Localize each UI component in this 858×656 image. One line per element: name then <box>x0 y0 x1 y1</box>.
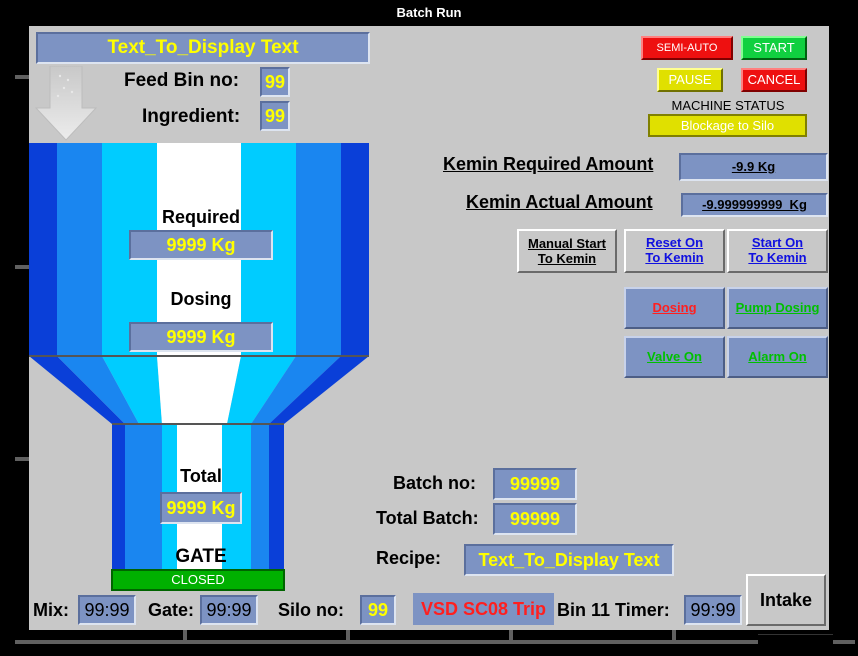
feed-bin-value: 99 <box>260 67 290 97</box>
down-arrow-icon <box>34 66 98 141</box>
total-batch-label: Total Batch: <box>376 508 479 528</box>
ingredient-value: 99 <box>260 101 290 131</box>
cancel-button[interactable]: CANCEL <box>741 68 807 92</box>
start-button[interactable]: START <box>741 36 807 60</box>
reset-on-to-kemin-button[interactable]: Reset On To Kemin <box>624 229 725 273</box>
frame-tick <box>15 457 29 461</box>
manual-start-to-kemin-button[interactable]: Manual Start To Kemin <box>517 229 617 273</box>
mix-label: Mix: <box>33 600 69 620</box>
bin-timer-value: 99:99 <box>684 595 742 625</box>
total-batch-value: 99999 <box>493 503 577 535</box>
pump-dosing-indicator: Pump Dosing <box>727 287 828 329</box>
start-on-to-kemin-button[interactable]: Start On To Kemin <box>727 229 828 273</box>
start-line1: Start On <box>751 235 804 250</box>
total-label: Total <box>180 466 222 486</box>
total-value: 9999 Kg <box>160 492 242 524</box>
required-label: Required <box>161 207 240 227</box>
required-value: 9999 Kg <box>129 230 273 260</box>
intake-button[interactable]: Intake <box>746 574 826 626</box>
ingredient-label: Ingredient: <box>142 106 241 127</box>
gate-status-indicator: CLOSED <box>111 569 285 591</box>
reset-line2: To Kemin <box>645 250 704 265</box>
frame-tick <box>509 628 513 642</box>
machine-status-label: MACHINE STATUS <box>671 98 785 113</box>
batch-no-label: Batch no: <box>393 473 476 493</box>
machine-status-value: Blockage to Silo <box>648 114 807 137</box>
display-text-field: Text_To_Display Text <box>36 32 370 64</box>
frame-tick <box>183 628 187 642</box>
frame-tick <box>672 628 676 642</box>
valve-on-indicator: Valve On <box>624 336 725 378</box>
alarm-on-indicator: Alarm On <box>727 336 828 378</box>
recipe-label: Recipe: <box>376 548 442 568</box>
reset-line1: Reset On <box>645 235 704 250</box>
dosing-indicator: Dosing <box>624 287 725 329</box>
manual-start-line2: To Kemin <box>537 251 597 266</box>
silo-no-value: 99 <box>360 595 396 625</box>
gate-timer-value: 99:99 <box>200 595 258 625</box>
mix-value: 99:99 <box>78 595 136 625</box>
alarm-message: VSD SC08 Trip <box>413 593 554 625</box>
kemin-required-label: Kemin Required Amount <box>443 154 654 174</box>
bin-timer-label: Bin 11 Timer: <box>557 600 670 620</box>
frame-tick <box>15 75 29 79</box>
batch-no-value: 99999 <box>493 468 577 500</box>
pause-button[interactable]: PAUSE <box>657 68 723 92</box>
window-title: Batch Run <box>396 5 462 20</box>
frame-bottom-rail <box>15 640 855 644</box>
corner-block <box>758 634 833 650</box>
kemin-actual-value: -9.999999999 Kg <box>681 193 828 217</box>
manual-start-line1: Manual Start <box>527 236 606 251</box>
recipe-value: Text_To_Display Text <box>464 544 674 576</box>
frame-tick <box>346 628 350 642</box>
gate-label: GATE <box>175 546 227 567</box>
dosing-value: 9999 Kg <box>129 322 273 352</box>
kemin-actual-label: Kemin Actual Amount <box>466 192 653 212</box>
start-line2: To Kemin <box>748 250 807 265</box>
kemin-required-value: -9.9 Kg <box>679 153 828 181</box>
semi-auto-button[interactable]: SEMI-AUTO <box>641 36 733 60</box>
dosing-label: Dosing <box>170 289 232 309</box>
silo-no-label: Silo no: <box>278 600 344 620</box>
gate-timer-label: Gate: <box>148 600 195 620</box>
frame-tick <box>15 265 29 269</box>
feed-bin-label: Feed Bin no: <box>124 70 240 91</box>
